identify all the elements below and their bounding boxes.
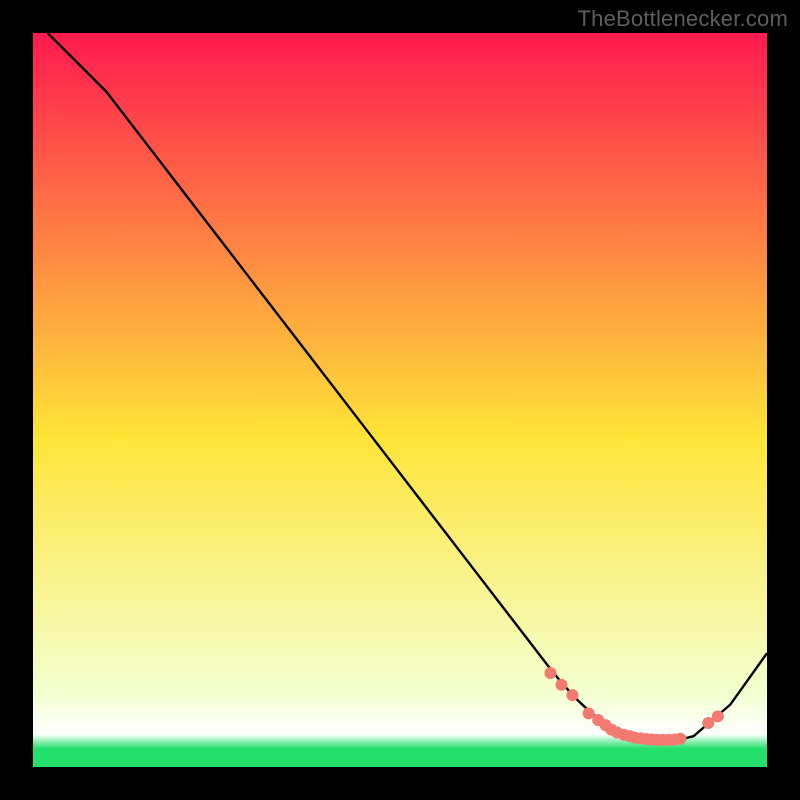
chart-stage: TheBottlenecker.com: [0, 0, 800, 800]
curve-marker: [544, 667, 556, 679]
watermark-text: TheBottlenecker.com: [578, 6, 788, 32]
curve-marker: [555, 679, 567, 691]
curve-marker: [712, 710, 724, 722]
curve-marker: [566, 689, 578, 701]
bottleneck-chart: [33, 33, 767, 767]
chart-background-gradient: [33, 33, 767, 767]
curve-marker: [674, 733, 686, 745]
